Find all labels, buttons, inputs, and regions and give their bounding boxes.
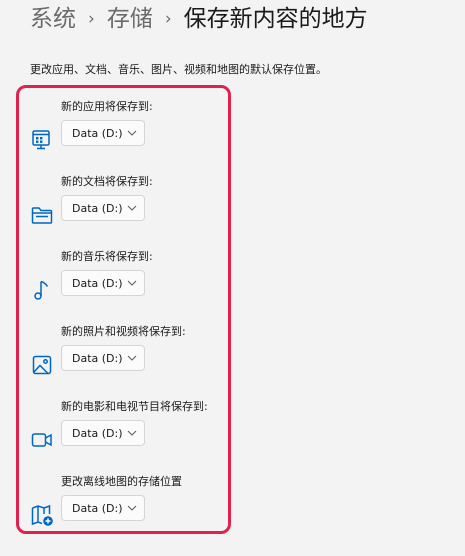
maps-location-label: 更改离线地图的存储位置 — [61, 475, 182, 488]
save-locations-panel: 新的应用将保存到: Data (D:) 新的文档将保存到: Data (D:) … — [16, 85, 231, 534]
breadcrumb-separator: › — [88, 9, 95, 29]
apps-save-location: 新的应用将保存到: Data (D:) — [19, 98, 228, 158]
music-location-dropdown[interactable]: Data (D:) — [61, 270, 145, 296]
movies-location-dropdown[interactable]: Data (D:) — [61, 420, 145, 446]
movies-location-value: Data (D:) — [72, 426, 123, 440]
maps-location-dropdown[interactable]: Data (D:) — [61, 495, 145, 521]
chevron-down-icon — [127, 505, 137, 511]
chevron-down-icon — [127, 130, 137, 136]
video-camera-icon — [30, 428, 54, 452]
breadcrumb-separator: › — [164, 9, 172, 29]
breadcrumb-storage[interactable]: 存储 — [107, 4, 153, 34]
movies-location-label: 新的电影和电视节目将保存到: — [61, 400, 208, 413]
chevron-down-icon — [127, 280, 137, 286]
folder-icon — [30, 203, 54, 227]
page-title: 保存新内容的地方 — [183, 6, 368, 32]
apps-location-value: Data (D:) — [72, 126, 123, 140]
apps-location-dropdown[interactable]: Data (D:) — [61, 120, 145, 146]
breadcrumb: 系统 › 存储 › 保存新内容的地方 — [30, 4, 368, 34]
breadcrumb-system[interactable]: 系统 — [30, 4, 76, 34]
photo-icon — [30, 353, 54, 377]
chevron-down-icon — [127, 205, 137, 211]
music-note-icon — [30, 278, 54, 302]
photos-location-label: 新的照片和视频将保存到: — [61, 325, 186, 338]
chevron-down-icon — [127, 430, 137, 436]
documents-location-label: 新的文档将保存到: — [61, 175, 153, 188]
maps-location-value: Data (D:) — [72, 501, 123, 515]
chevron-down-icon — [127, 355, 137, 361]
documents-location-value: Data (D:) — [72, 201, 123, 215]
page-description: 更改应用、文档、音乐、图片、视频和地图的默认保存位置。 — [30, 63, 327, 76]
documents-location-dropdown[interactable]: Data (D:) — [61, 195, 145, 221]
maps-save-location: 更改离线地图的存储位置 Data (D:) — [19, 473, 228, 533]
music-save-location: 新的音乐将保存到: Data (D:) — [19, 248, 228, 308]
music-location-value: Data (D:) — [72, 276, 123, 290]
photos-save-location: 新的照片和视频将保存到: Data (D:) — [19, 323, 228, 383]
offline-map-icon — [30, 503, 54, 527]
documents-save-location: 新的文档将保存到: Data (D:) — [19, 173, 228, 233]
music-location-label: 新的音乐将保存到: — [61, 250, 153, 263]
apps-icon — [30, 128, 54, 152]
photos-location-value: Data (D:) — [72, 351, 123, 365]
photos-location-dropdown[interactable]: Data (D:) — [61, 345, 145, 371]
movies-save-location: 新的电影和电视节目将保存到: Data (D:) — [19, 398, 228, 458]
apps-location-label: 新的应用将保存到: — [61, 100, 153, 113]
